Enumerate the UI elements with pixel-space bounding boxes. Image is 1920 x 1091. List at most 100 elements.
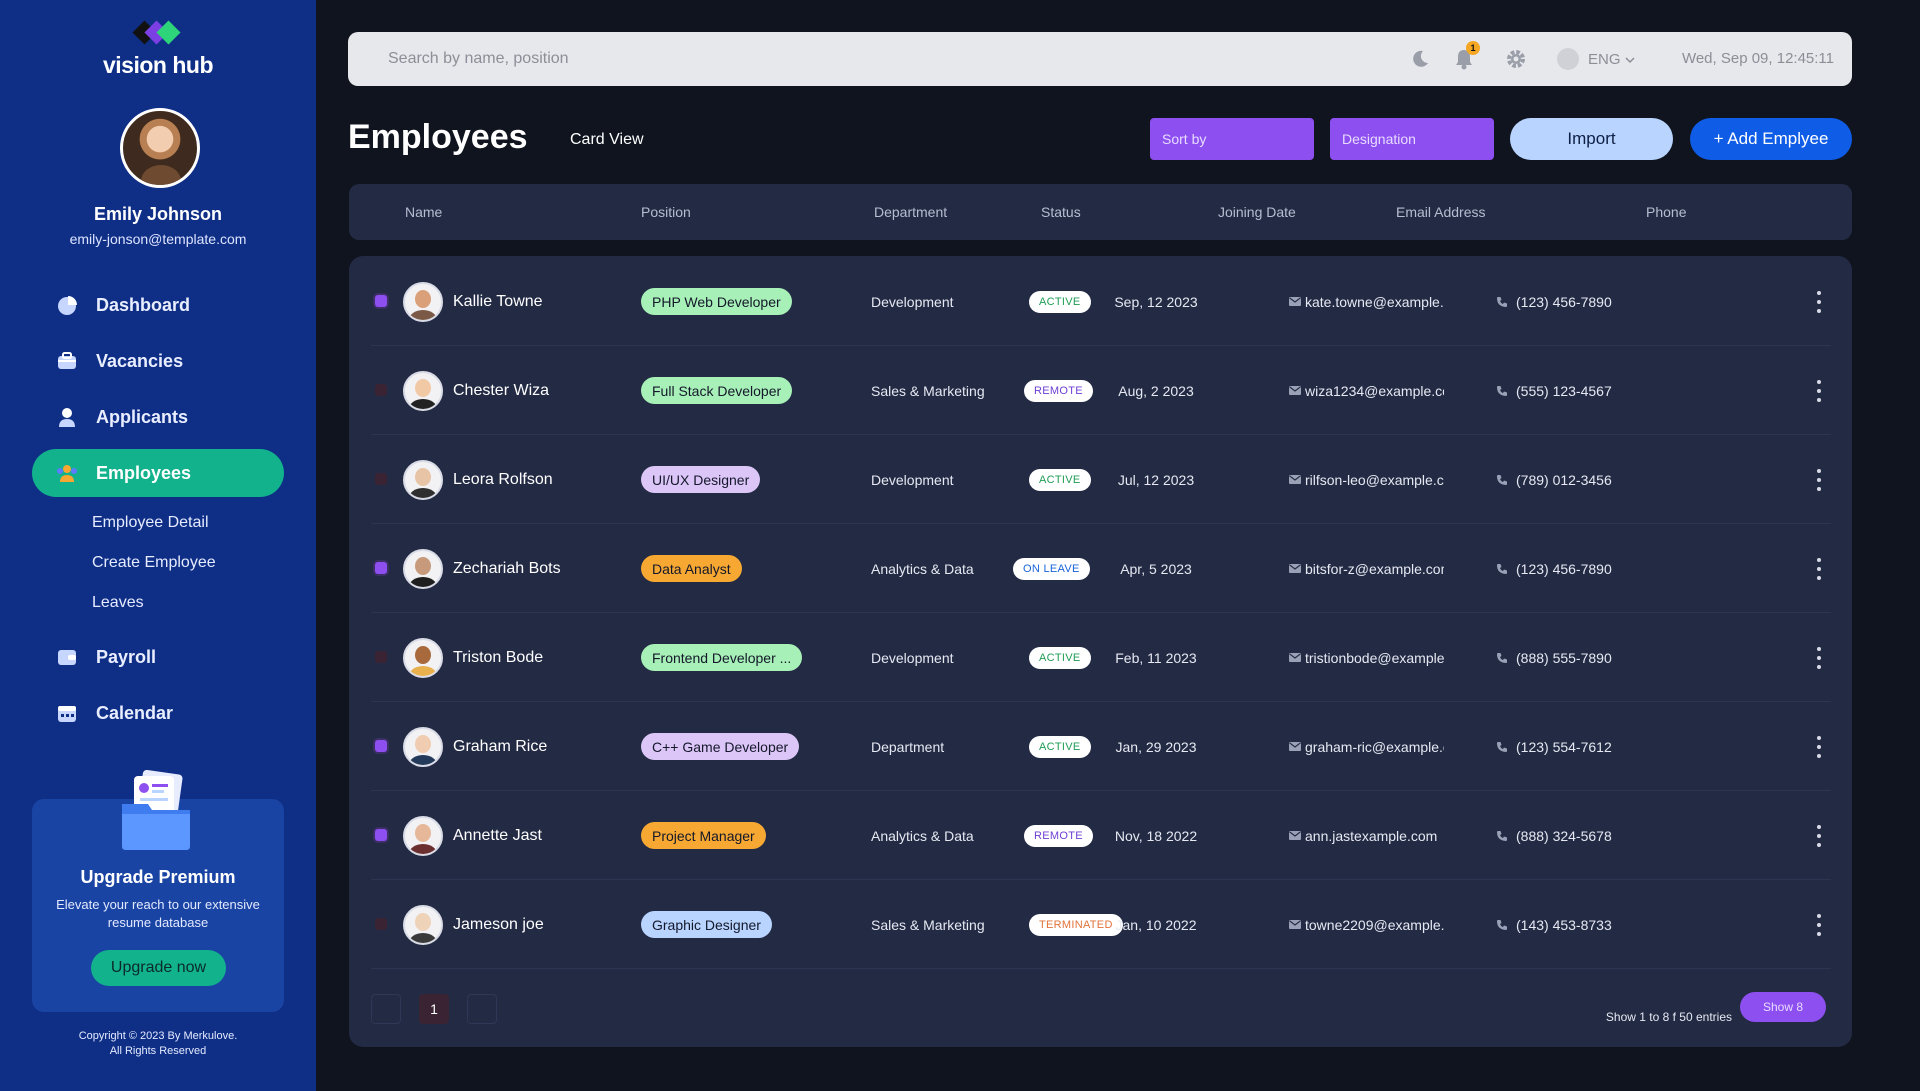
- table-row[interactable]: Annette Jast Project Manager Analytics &…: [371, 791, 1831, 880]
- prev-page-button[interactable]: [371, 994, 401, 1024]
- phone-cell[interactable]: (888) 555-7890: [1496, 613, 1616, 702]
- phone-cell[interactable]: (143) 453-8733: [1496, 880, 1616, 969]
- row-menu-icon[interactable]: [1814, 647, 1824, 669]
- card-view-toggle[interactable]: Card View: [570, 131, 644, 149]
- mail-icon: [1289, 742, 1301, 751]
- phone-text: (789) 012-3456: [1516, 471, 1612, 488]
- show-count-select[interactable]: Show 8: [1740, 992, 1826, 1022]
- nav-item-vacancies[interactable]: Vacancies: [32, 337, 284, 385]
- row-menu-icon[interactable]: [1814, 736, 1824, 758]
- top-bar: 1 ENG Wed, Sep 09, 12:45:11: [348, 32, 1852, 86]
- next-page-button[interactable]: [467, 994, 497, 1024]
- employee-avatar[interactable]: [403, 727, 443, 767]
- phone-cell[interactable]: (123) 456-7890: [1496, 257, 1616, 346]
- employee-name[interactable]: Chester Wiza: [453, 346, 565, 435]
- row-checkbox[interactable]: [375, 651, 387, 663]
- email-cell[interactable]: rilfson-leo@example.com: [1289, 435, 1444, 524]
- logo[interactable]: vision hub: [0, 18, 316, 79]
- add-employee-button[interactable]: + Add Emplyee: [1690, 118, 1852, 160]
- table-row[interactable]: Zechariah Bots Data Analyst Analytics & …: [371, 524, 1831, 613]
- employee-name[interactable]: Graham Rice: [453, 702, 565, 791]
- table-row[interactable]: Chester Wiza Full Stack Developer Sales …: [371, 346, 1831, 435]
- user-email: emily-jonson@template.com: [69, 231, 247, 247]
- nav-item-employees[interactable]: Employees: [32, 449, 284, 497]
- bell-icon[interactable]: 1: [1452, 41, 1480, 71]
- employee-name[interactable]: Jameson joe: [453, 880, 565, 969]
- nav-item-payroll[interactable]: Payroll: [32, 633, 284, 681]
- email-cell[interactable]: bitsfor-z@example.com: [1289, 524, 1444, 613]
- column-header-status[interactable]: Status: [1041, 184, 1081, 240]
- employee-avatar[interactable]: [403, 282, 443, 322]
- row-menu-icon[interactable]: [1814, 558, 1824, 580]
- employee-avatar[interactable]: [403, 371, 443, 411]
- notification-count: 1: [1466, 41, 1480, 55]
- import-button[interactable]: Import: [1510, 118, 1673, 160]
- employee-avatar[interactable]: [403, 905, 443, 945]
- sort-by-select[interactable]: Sort by: [1150, 118, 1314, 160]
- nav-item-label: Applicants: [96, 406, 189, 427]
- row-checkbox[interactable]: [375, 295, 387, 307]
- employee-name[interactable]: Annette Jast: [453, 791, 565, 880]
- table-row[interactable]: Triston Bode Frontend Developer ... Deve…: [371, 613, 1831, 702]
- nav-item-calendar[interactable]: Calendar: [32, 689, 284, 737]
- employee-avatar[interactable]: [403, 460, 443, 500]
- row-menu-icon[interactable]: [1814, 469, 1824, 491]
- phone-cell[interactable]: (123) 456-7890: [1496, 524, 1616, 613]
- language-selector[interactable]: ENG: [1557, 47, 1635, 71]
- designation-select[interactable]: Designation: [1330, 118, 1494, 160]
- email-cell[interactable]: towne2209@example.com: [1289, 880, 1444, 969]
- nav-item-applicants[interactable]: Applicants: [32, 393, 284, 441]
- row-menu-icon[interactable]: [1814, 914, 1824, 936]
- phone-cell[interactable]: (123) 554-7612: [1496, 702, 1616, 791]
- column-header-email[interactable]: Email Address: [1396, 184, 1485, 240]
- user-avatar[interactable]: [120, 108, 200, 188]
- column-header-position[interactable]: Position: [641, 184, 691, 240]
- row-checkbox[interactable]: [375, 384, 387, 396]
- language-label: ENG: [1588, 50, 1621, 68]
- search-input[interactable]: [388, 32, 1088, 86]
- row-menu-icon[interactable]: [1814, 380, 1824, 402]
- position-badge: Frontend Developer ...: [641, 644, 803, 671]
- page-number-current[interactable]: 1: [419, 994, 449, 1024]
- email-cell[interactable]: graham-ric@example.com: [1289, 702, 1444, 791]
- email-cell[interactable]: tristionbode@example.com: [1289, 613, 1444, 702]
- premium-title: Upgrade Premium: [80, 867, 236, 887]
- subnav-employee-detail[interactable]: Employee Detail: [92, 503, 284, 543]
- row-checkbox[interactable]: [375, 562, 387, 574]
- column-header-department[interactable]: Department: [874, 184, 947, 240]
- employee-avatar[interactable]: [403, 549, 443, 589]
- phone-cell[interactable]: (555) 123-4567: [1496, 346, 1616, 435]
- subnav-create-employee[interactable]: Create Employee: [92, 543, 284, 583]
- employee-avatar[interactable]: [403, 816, 443, 856]
- employee-name[interactable]: Kallie Towne: [453, 257, 565, 346]
- column-header-name[interactable]: Name: [405, 184, 442, 240]
- table-row[interactable]: Leora Rolfson UI/UX Designer Development…: [371, 435, 1831, 524]
- email-cell[interactable]: wiza1234@example.com: [1289, 346, 1444, 435]
- table-row[interactable]: Graham Rice C++ Game Developer Departmen…: [371, 702, 1831, 791]
- employee-avatar[interactable]: [403, 638, 443, 678]
- employee-name[interactable]: Zechariah Bots: [453, 524, 565, 613]
- row-checkbox[interactable]: [375, 473, 387, 485]
- nav-item-dashboard[interactable]: Dashboard: [32, 281, 284, 329]
- phone-icon: [1497, 563, 1507, 574]
- table-row[interactable]: Jameson joe Graphic Designer Sales & Mar…: [371, 880, 1831, 969]
- subnav-leaves[interactable]: Leaves: [92, 583, 284, 623]
- email-cell[interactable]: ann.jastexample.com: [1289, 791, 1444, 880]
- upgrade-now-button[interactable]: Upgrade now: [91, 950, 226, 986]
- table-row[interactable]: Kallie Towne PHP Web Developer Developme…: [371, 257, 1831, 346]
- email-cell[interactable]: kate.towne@example.com: [1289, 257, 1444, 346]
- gear-icon[interactable]: [1504, 47, 1528, 71]
- row-checkbox[interactable]: [375, 918, 387, 930]
- phone-cell[interactable]: (789) 012-3456: [1496, 435, 1616, 524]
- column-header-joining-date[interactable]: Joining Date: [1218, 184, 1296, 240]
- column-header-phone[interactable]: Phone: [1646, 184, 1686, 240]
- row-menu-icon[interactable]: [1814, 825, 1824, 847]
- mail-icon: [1289, 653, 1301, 662]
- moon-icon[interactable]: [1408, 47, 1432, 71]
- row-checkbox[interactable]: [375, 740, 387, 752]
- phone-cell[interactable]: (888) 324-5678: [1496, 791, 1616, 880]
- row-checkbox[interactable]: [375, 829, 387, 841]
- employee-name[interactable]: Leora Rolfson: [453, 435, 565, 524]
- row-menu-icon[interactable]: [1814, 291, 1824, 313]
- employee-name[interactable]: Triston Bode: [453, 613, 565, 702]
